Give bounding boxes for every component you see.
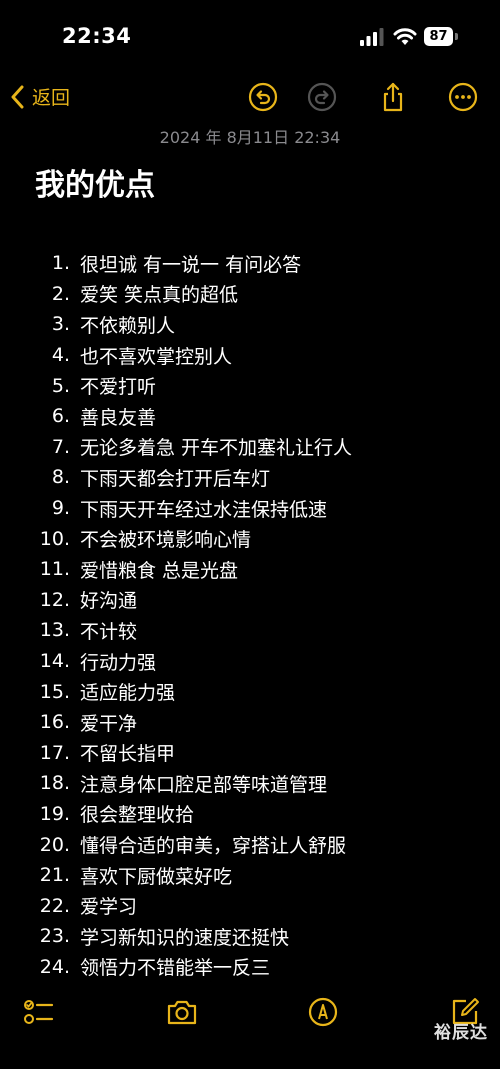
list-item[interactable]: 17. 不留长指甲	[0, 738, 500, 769]
list-item[interactable]: 18. 注意身体口腔足部等味道管理	[0, 768, 500, 799]
list-item-text: 不计较	[80, 620, 138, 643]
list-item[interactable]: 1. 很坦诚 有一说一 有问必答	[0, 248, 500, 279]
list-item-text: 爱笑 笑点真的超低	[80, 284, 239, 307]
list-item-number: 4.	[51, 344, 70, 367]
list-item[interactable]: 3. 不依赖别人	[0, 309, 500, 340]
cellular-signal-icon	[360, 28, 384, 46]
markup-pen-icon[interactable]	[307, 996, 339, 1028]
list-item-text: 下雨天开车经过水洼保持低速	[80, 498, 328, 521]
checklist-icon[interactable]	[22, 996, 54, 1028]
status-time: 22:34	[62, 24, 132, 48]
list-item-number: 1.	[51, 252, 70, 275]
list-item-text: 注意身体口腔足部等味道管理	[80, 773, 328, 796]
list-item-text: 喜欢下厨做菜好吃	[80, 865, 233, 888]
list-item[interactable]: 15. 适应能力强	[0, 676, 500, 707]
list-item-number: 11.	[39, 558, 70, 581]
navigation-bar: 返回	[0, 75, 500, 119]
list-item-text: 适应能力强	[80, 682, 176, 705]
list-item-text: 不留长指甲	[80, 743, 176, 766]
list-item-text: 不会被环境影响心情	[80, 529, 252, 552]
list-item-text: 不爱打听	[80, 376, 157, 399]
list-item-text: 也不喜欢掌控别人	[80, 345, 233, 368]
list-item-number: 9.	[51, 497, 70, 520]
list-item[interactable]: 12. 好沟通	[0, 585, 500, 616]
list-item[interactable]: 10. 不会被环境影响心情	[0, 523, 500, 554]
wifi-icon	[393, 28, 417, 45]
list-item-number: 19.	[39, 802, 70, 825]
list-item-number: 10.	[39, 527, 70, 550]
note-title[interactable]: 我的优点	[35, 160, 155, 204]
list-item[interactable]: 13. 不计较	[0, 615, 500, 646]
list-item[interactable]: 11. 爱惜粮食 总是光盘	[0, 554, 500, 585]
list-item-text: 很会整理收拾	[80, 804, 195, 827]
list-item[interactable]: 21. 喜欢下厨做菜好吃	[0, 860, 500, 891]
list-item[interactable]: 20. 懂得合适的审美，穿搭让人舒服	[0, 829, 500, 860]
list-item-number: 20.	[39, 833, 70, 856]
note-list[interactable]: 1. 很坦诚 有一说一 有问必答 2. 爱笑 笑点真的超低 3. 不依赖别人 4. 也不…	[0, 248, 500, 982]
list-item[interactable]: 19. 很会整理收拾	[0, 799, 500, 830]
list-item-text: 善良友善	[80, 406, 157, 429]
note-date: 2024 年 8月11日 22:34	[159, 128, 341, 147]
list-item-number: 3.	[51, 313, 70, 336]
watermark: 裕辰达	[434, 1023, 488, 1043]
list-item-text: 很坦诚 有一说一 有问必答	[80, 253, 302, 276]
list-item-number: 21.	[39, 864, 70, 887]
camera-icon[interactable]	[166, 996, 198, 1028]
list-item[interactable]: 14. 行动力强	[0, 646, 500, 677]
list-item[interactable]: 8. 下雨天都会打开后车灯	[0, 462, 500, 493]
list-item[interactable]: 22. 爱学习	[0, 890, 500, 921]
list-item-text: 懂得合适的审美，穿搭让人舒服	[80, 835, 347, 858]
list-item-number: 16.	[39, 711, 70, 734]
list-item-number: 14.	[39, 650, 70, 673]
list-item[interactable]: 2. 爱笑 笑点真的超低	[0, 279, 500, 310]
list-item[interactable]: 7. 无论多着急 开车不加塞礼让行人	[0, 432, 500, 463]
list-item-number: 2.	[51, 282, 70, 305]
list-item-text: 行动力强	[80, 651, 157, 674]
list-item[interactable]: 24. 领悟力不错能举一反三	[0, 952, 500, 983]
list-item-text: 领悟力不错能举一反三	[80, 957, 271, 980]
undo-icon[interactable]	[247, 81, 279, 113]
list-item-number: 15.	[39, 680, 70, 703]
bottom-toolbar	[0, 992, 500, 1036]
list-item-number: 12.	[39, 588, 70, 611]
chevron-left-icon	[11, 85, 24, 108]
list-item-number: 18.	[39, 772, 70, 795]
battery-cap	[455, 33, 458, 40]
list-item-number: 13.	[39, 619, 70, 642]
list-item-number: 22.	[39, 894, 70, 917]
list-item[interactable]: 23. 学习新知识的速度还挺快	[0, 921, 500, 952]
list-item-number: 8.	[51, 466, 70, 489]
list-item[interactable]: 4. 也不喜欢掌控别人	[0, 340, 500, 371]
back-label: 返回	[32, 87, 71, 109]
list-item-text: 无论多着急 开车不加塞礼让行人	[80, 437, 353, 460]
list-item[interactable]: 5. 不爱打听	[0, 370, 500, 401]
list-item-text: 不依赖别人	[80, 314, 176, 337]
list-item-text: 好沟通	[80, 590, 138, 613]
list-item[interactable]: 16. 爱干净	[0, 707, 500, 738]
list-item-number: 23.	[39, 925, 70, 948]
share-icon[interactable]	[377, 81, 409, 113]
list-item-number: 6.	[51, 405, 70, 428]
list-item[interactable]: 9. 下雨天开车经过水洼保持低速	[0, 493, 500, 524]
list-item-number: 17.	[39, 741, 70, 764]
list-item-text: 下雨天都会打开后车灯	[80, 467, 271, 490]
list-item-text: 爱学习	[80, 896, 138, 919]
list-item-text: 学习新知识的速度还挺快	[80, 926, 290, 949]
back-button[interactable]: 返回	[10, 83, 70, 110]
list-item[interactable]: 6. 善良友善	[0, 401, 500, 432]
redo-icon[interactable]	[306, 81, 338, 113]
list-item-number: 7.	[51, 435, 70, 458]
list-item-text: 爱干净	[80, 712, 138, 735]
list-item-number: 5.	[51, 374, 70, 397]
status-bar: 22:34 87	[0, 0, 500, 70]
battery-indicator: 87	[424, 27, 460, 46]
list-item-number: 24.	[39, 955, 70, 978]
list-item-text: 爱惜粮食 总是光盘	[80, 559, 239, 582]
more-icon[interactable]	[447, 81, 479, 113]
battery-level: 87	[424, 27, 453, 46]
